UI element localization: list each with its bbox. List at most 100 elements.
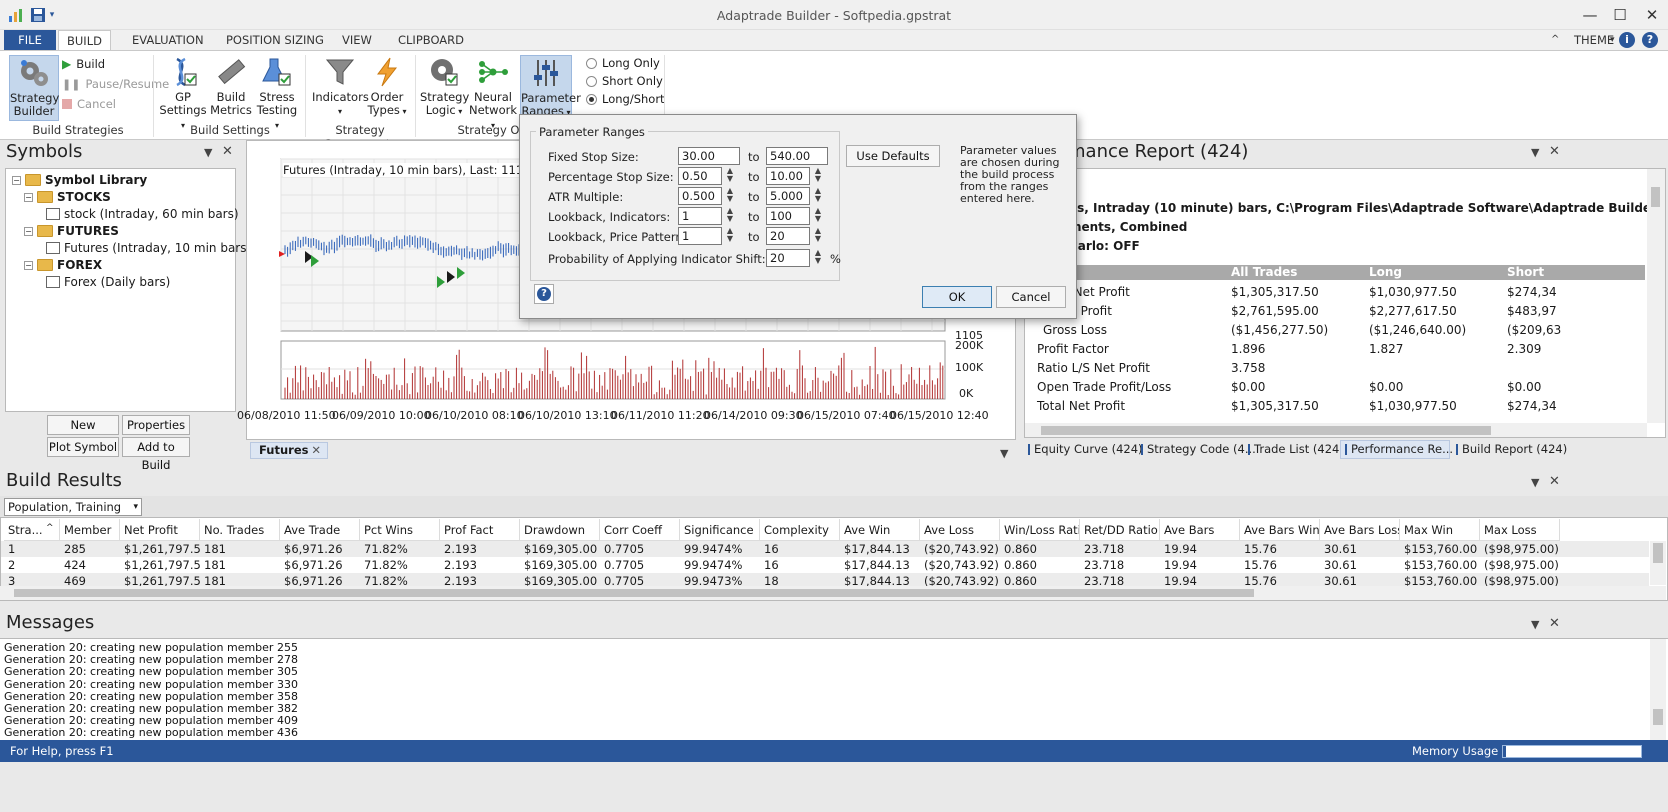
help-icon[interactable]: ? <box>1642 32 1658 48</box>
grid-column-header[interactable]: Net Profit <box>120 519 200 541</box>
tree-item-forex[interactable]: Forex (Daily bars) <box>46 275 170 289</box>
grid-hscroll[interactable] <box>0 586 1666 600</box>
long-only-radio[interactable]: Long Only <box>586 56 660 70</box>
report-panel-close-icon[interactable]: ✕ <box>1549 144 1560 159</box>
grid-column-header[interactable]: Ave Loss <box>920 519 1000 541</box>
neural-network-button[interactable]: Neural Network ▾ <box>468 55 518 130</box>
symbols-panel-menu-icon[interactable]: ▼ <box>204 146 212 159</box>
report-vscroll[interactable] <box>1647 169 1665 423</box>
grid-column-header[interactable]: Prof Fact <box>440 519 520 541</box>
grid-column-header[interactable]: Ave Bars <box>1160 519 1240 541</box>
dialog-help-button[interactable]: ? <box>534 284 554 304</box>
population-filter-select[interactable]: Population, Training ▾ <box>4 498 142 516</box>
grid-column-header[interactable]: No. Trades <box>200 519 280 541</box>
tree-folder-futures[interactable]: − FUTURES <box>24 224 119 238</box>
tree-folder-forex[interactable]: − FOREX <box>24 258 102 272</box>
symbols-panel-close-icon[interactable]: ✕ <box>222 144 233 159</box>
shift-input[interactable]: 20 <box>766 249 810 267</box>
grid-column-header[interactable]: Ave Bars Loss <box>1320 519 1400 541</box>
to-spinner[interactable]: ▲ ▼ <box>814 187 822 203</box>
grid-column-header[interactable]: Win/Loss Ratio <box>1000 519 1080 541</box>
parameter-ranges-button[interactable]: Parameter Ranges ▾ <box>520 55 581 121</box>
tab-build[interactable]: BUILD <box>58 30 111 51</box>
minimize-button[interactable]: — <box>1576 4 1604 26</box>
grid-column-header[interactable]: Member <box>60 519 120 541</box>
dialog-cancel-button[interactable]: Cancel <box>996 286 1066 308</box>
report-tab[interactable]: Trade List (424) <box>1244 440 1344 459</box>
grid-column-header[interactable]: Ave Bars Wins <box>1240 519 1320 541</box>
to-spinner[interactable]: ▲ ▼ <box>814 207 822 223</box>
grid-column-header[interactable]: Significance <box>680 519 760 541</box>
use-defaults-button[interactable]: Use Defaults <box>846 145 940 167</box>
strategy-builder-button[interactable]: Strategy Builder <box>9 55 59 121</box>
report-tab[interactable]: Equity Curve (424) <box>1024 440 1143 459</box>
gp-settings-button[interactable]: GP Settings ▾ <box>158 55 208 130</box>
strategy-logic-button[interactable]: Strategy Logic ▾ <box>420 55 469 121</box>
ribbon-collapse-icon[interactable]: ^ <box>1543 30 1567 50</box>
tab-position-sizing[interactable]: POSITION SIZING <box>218 30 332 50</box>
grid-column-header[interactable]: Ret/DD Ratio <box>1080 519 1160 541</box>
close-button[interactable]: ✕ <box>1638 4 1666 26</box>
report-tab[interactable]: Performance Re... <box>1340 440 1453 459</box>
range-from-input[interactable]: 1 <box>678 227 722 245</box>
grid-column-header[interactable]: Max Win <box>1400 519 1480 541</box>
range-to-input[interactable]: 100 <box>766 207 810 225</box>
from-spinner[interactable]: ▲ ▼ <box>726 207 734 223</box>
add-to-build-button[interactable]: Add to Build <box>122 437 190 472</box>
build-results-close-icon[interactable]: ✕ <box>1549 474 1560 489</box>
tab-evaluation[interactable]: EVALUATION <box>124 30 212 50</box>
to-spinner[interactable]: ▲ ▼ <box>814 227 822 243</box>
shift-spinner[interactable]: ▲ ▼ <box>814 249 822 265</box>
indicators-button[interactable]: Indicators ▾ <box>312 55 369 121</box>
tab-clipboard[interactable]: CLIPBOARD <box>390 30 472 50</box>
order-types-button[interactable]: Order Types ▾ <box>366 55 408 121</box>
tab-view[interactable]: VIEW <box>334 30 380 50</box>
tree-item-stock[interactable]: stock (Intraday, 60 min bars) <box>46 207 239 221</box>
messages-menu-icon[interactable]: ▼ <box>1531 618 1539 631</box>
build-button[interactable]: ▶ Build <box>62 57 105 71</box>
tab-file[interactable]: FILE <box>4 30 56 50</box>
properties-button[interactable]: Properties <box>122 415 190 435</box>
tree-root[interactable]: − Symbol Library <box>12 173 147 187</box>
range-from-input[interactable]: 0.50 <box>678 167 722 185</box>
info-icon[interactable]: i <box>1619 32 1635 48</box>
chart-tab-close-icon[interactable]: ✕ <box>311 443 321 458</box>
range-to-input[interactable]: 20 <box>766 227 810 245</box>
build-results-menu-icon[interactable]: ▼ <box>1531 476 1539 489</box>
tree-folder-stocks[interactable]: − STOCKS <box>24 190 111 204</box>
new-symbol-button[interactable]: New Symbol <box>47 415 119 450</box>
grid-column-header[interactable]: Complexity <box>760 519 840 541</box>
ok-button[interactable]: OK <box>922 286 992 308</box>
grid-column-header[interactable]: Corr Coeff <box>600 519 680 541</box>
range-from-input[interactable]: 0.500 <box>678 187 722 205</box>
from-spinner[interactable]: ▲ ▼ <box>726 227 734 243</box>
cancel-build-button[interactable]: Cancel <box>62 97 116 111</box>
report-hscroll[interactable] <box>1025 423 1647 437</box>
build-metrics-button[interactable]: Build Metrics <box>208 55 254 121</box>
grid-column-header[interactable]: Max Loss <box>1480 519 1560 541</box>
report-tab[interactable]: Strategy Code (4... <box>1137 440 1256 459</box>
report-tab[interactable]: Build Report (424) <box>1452 440 1567 459</box>
range-from-input[interactable]: 30.00 <box>678 147 740 165</box>
chart-tab-futures[interactable]: Futures ✕ <box>250 442 328 459</box>
long-short-radio[interactable]: Long/Short <box>586 92 665 106</box>
range-to-input[interactable]: 10.00 <box>766 167 810 185</box>
range-from-input[interactable]: 1 <box>678 207 722 225</box>
range-to-input[interactable]: 5.000 <box>766 187 810 205</box>
short-only-radio[interactable]: Short Only <box>586 74 663 88</box>
from-spinner[interactable]: ▲ ▼ <box>726 167 734 183</box>
range-to-input[interactable]: 540.00 <box>766 147 828 165</box>
messages-close-icon[interactable]: ✕ <box>1549 616 1560 631</box>
messages-vscroll[interactable] <box>1650 639 1666 740</box>
grid-vscroll[interactable] <box>1650 541 1666 585</box>
from-spinner[interactable]: ▲ ▼ <box>726 187 734 203</box>
grid-column-header[interactable]: Ave Win <box>840 519 920 541</box>
tree-item-futures[interactable]: Futures (Intraday, 10 min bars) <box>46 241 251 255</box>
to-spinner[interactable]: ▲ ▼ <box>814 167 822 183</box>
stress-testing-button[interactable]: Stress Testing ▾ <box>254 55 300 130</box>
grid-column-header[interactable]: Pct Wins <box>360 519 440 541</box>
grid-column-header[interactable]: Ave Trade <box>280 519 360 541</box>
chart-tabs-menu-icon[interactable]: ▼ <box>1000 447 1008 460</box>
report-panel-menu-icon[interactable]: ▼ <box>1531 146 1539 159</box>
grid-column-header[interactable]: Drawdown <box>520 519 600 541</box>
